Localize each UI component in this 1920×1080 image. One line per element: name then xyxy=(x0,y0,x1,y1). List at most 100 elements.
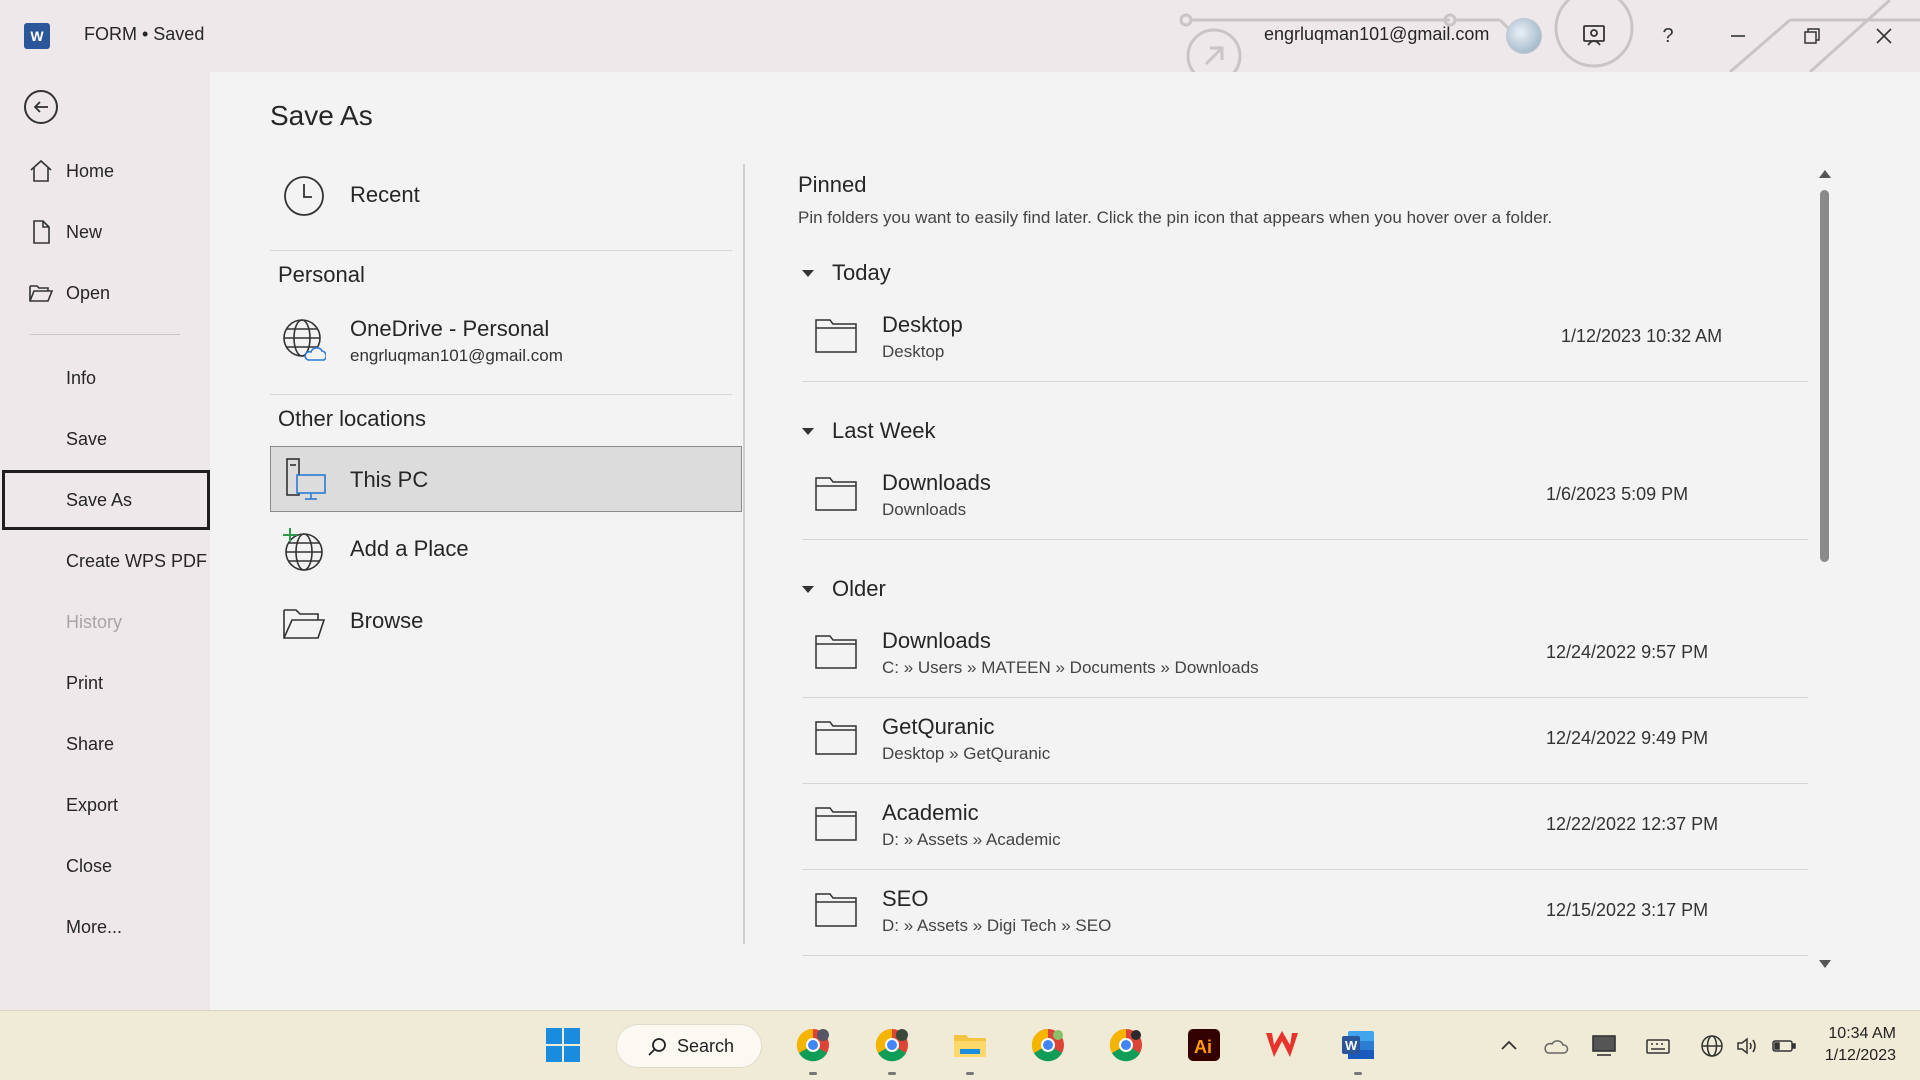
help-button[interactable]: ? xyxy=(1652,20,1684,52)
nav-more[interactable]: More... xyxy=(0,898,210,956)
chrome-app-2[interactable] xyxy=(872,1025,912,1075)
nav-create-wps-pdf[interactable]: Create WPS PDF xyxy=(0,532,210,590)
nav-home[interactable]: Home xyxy=(0,142,210,200)
nav-export[interactable]: Export xyxy=(0,776,210,834)
location-add-place[interactable]: Add a Place xyxy=(270,518,742,580)
folder-open-icon xyxy=(29,285,54,302)
folder-row[interactable]: Downloads Downloads 1/6/2023 5:09 PM xyxy=(802,454,1808,540)
chrome-icon xyxy=(875,1028,908,1062)
chrome-app-3[interactable] xyxy=(1028,1025,1068,1065)
chrome-icon xyxy=(796,1028,829,1062)
feedback-icon[interactable] xyxy=(1578,20,1610,52)
taskbar-search[interactable]: Search xyxy=(616,1024,762,1068)
search-label: Search xyxy=(677,1035,735,1056)
scroll-down-arrow-icon[interactable] xyxy=(1819,960,1831,968)
nav-new[interactable]: New xyxy=(0,203,210,261)
folder-path: D: » Assets » Academic xyxy=(882,830,1061,849)
nav-print[interactable]: Print xyxy=(0,654,210,712)
location-onedrive[interactable]: OneDrive - Personal engrluqman101@gmail.… xyxy=(270,302,742,376)
running-indicator xyxy=(966,1072,974,1075)
location-separator xyxy=(270,250,732,251)
word-icon: W xyxy=(1342,1031,1374,1059)
taskbar: Search Ai W 10:34 AM 1/12/2023 xyxy=(0,1010,1920,1080)
folder-date: 1/12/2023 10:32 AM xyxy=(1561,326,1723,346)
word-app[interactable]: W xyxy=(1338,1025,1378,1075)
group-header-today[interactable]: Today xyxy=(802,260,891,286)
document-title: FORM • Saved xyxy=(84,24,205,44)
onedrive-cloud-icon[interactable] xyxy=(1543,1033,1569,1059)
chrome-icon xyxy=(1109,1028,1142,1062)
file-explorer-app[interactable] xyxy=(950,1025,990,1075)
avatar[interactable] xyxy=(1506,18,1542,54)
nav-save-label: Save xyxy=(66,428,108,449)
network-globe-icon[interactable] xyxy=(1699,1033,1725,1059)
clock-time: 10:34 AM xyxy=(1828,1025,1896,1042)
group-header-last-week[interactable]: Last Week xyxy=(802,418,936,444)
minimize-button[interactable] xyxy=(1722,20,1754,52)
location-recent[interactable]: Recent xyxy=(270,162,742,230)
chrome-icon xyxy=(1031,1028,1064,1062)
folder-row[interactable]: SEO D: » Assets » Digi Tech » SEO 12/15/… xyxy=(802,870,1808,956)
group-header-older[interactable]: Older xyxy=(802,576,886,602)
computer-icon xyxy=(286,458,326,500)
folder-row[interactable]: GetQuranic Desktop » GetQuranic 12/24/20… xyxy=(802,698,1808,784)
folder-date: 12/24/2022 9:49 PM xyxy=(1546,728,1709,748)
folder-date: 1/6/2023 5:09 PM xyxy=(1546,484,1689,504)
folder-row[interactable]: Desktop Desktop 1/12/2023 10:32 AM xyxy=(802,296,1808,382)
start-button[interactable] xyxy=(543,1025,583,1065)
chrome-app-4[interactable] xyxy=(1106,1025,1146,1065)
location-recent-label: Recent xyxy=(350,182,420,207)
nav-open[interactable]: Open xyxy=(0,264,210,322)
battery-icon[interactable] xyxy=(1771,1033,1797,1059)
nav-new-label: New xyxy=(66,221,103,242)
restore-button[interactable] xyxy=(1796,20,1828,52)
wps-icon xyxy=(1266,1031,1298,1057)
nav-info[interactable]: Info xyxy=(0,349,210,407)
nav-print-label: Print xyxy=(66,672,104,693)
folder-path: Desktop » GetQuranic xyxy=(882,744,1051,763)
back-button[interactable] xyxy=(24,90,58,124)
group-title: Last Week xyxy=(832,418,936,443)
title-bar: W FORM • Saved engrluqman101@gmail.com ? xyxy=(0,0,1920,72)
page-title: Save As xyxy=(270,100,373,131)
nav-save[interactable]: Save xyxy=(0,410,210,468)
wps-app[interactable] xyxy=(1262,1025,1302,1065)
folder-date: 12/22/2022 12:37 PM xyxy=(1546,814,1719,834)
search-icon xyxy=(648,1038,666,1056)
svg-text:Ai: Ai xyxy=(1194,1037,1212,1057)
keyboard-icon[interactable] xyxy=(1645,1033,1671,1059)
volume-icon[interactable] xyxy=(1734,1033,1760,1059)
taskbar-clock[interactable]: 10:34 AM 1/12/2023 xyxy=(1810,1023,1896,1067)
location-browse[interactable]: Browse xyxy=(270,590,742,652)
folder-icon xyxy=(815,721,857,755)
personal-header: Personal xyxy=(278,262,365,287)
onedrive-label: OneDrive - Personal xyxy=(350,316,550,341)
illustrator-app[interactable]: Ai xyxy=(1184,1025,1224,1065)
display-icon[interactable] xyxy=(1591,1033,1617,1059)
nav-export-label: Export xyxy=(66,794,119,815)
folder-row[interactable]: Downloads C: » Users » MATEEN » Document… xyxy=(802,612,1808,698)
running-indicator xyxy=(888,1072,896,1075)
nav-share[interactable]: Share xyxy=(0,715,210,773)
folder-path: Downloads xyxy=(882,500,967,519)
location-separator xyxy=(270,394,732,395)
account-email[interactable]: engrluqman101@gmail.com xyxy=(1264,24,1489,45)
nav-save-as[interactable]: Save As xyxy=(2,470,210,530)
folder-list-scrollbar[interactable] xyxy=(1818,168,1832,968)
illustrator-icon: Ai xyxy=(1188,1029,1220,1061)
nav-divider xyxy=(30,334,180,335)
folder-row[interactable]: Academic D: » Assets » Academic 12/22/20… xyxy=(802,784,1808,870)
folder-name: Academic xyxy=(882,800,979,825)
svg-text:W: W xyxy=(1345,1038,1358,1053)
location-this-pc[interactable]: This PC xyxy=(270,446,742,512)
show-hidden-icons-chevron-up-icon[interactable] xyxy=(1496,1033,1522,1059)
close-button[interactable] xyxy=(1868,20,1900,52)
chrome-app-1[interactable] xyxy=(793,1025,833,1075)
nav-close[interactable]: Close xyxy=(0,837,210,895)
chevron-down-icon xyxy=(802,585,814,593)
group-title: Older xyxy=(832,576,886,601)
folder-date: 12/24/2022 9:57 PM xyxy=(1546,642,1709,662)
scroll-up-arrow-icon[interactable] xyxy=(1819,170,1831,178)
scrollbar-thumb[interactable] xyxy=(1820,190,1829,562)
clock-icon xyxy=(284,176,324,216)
